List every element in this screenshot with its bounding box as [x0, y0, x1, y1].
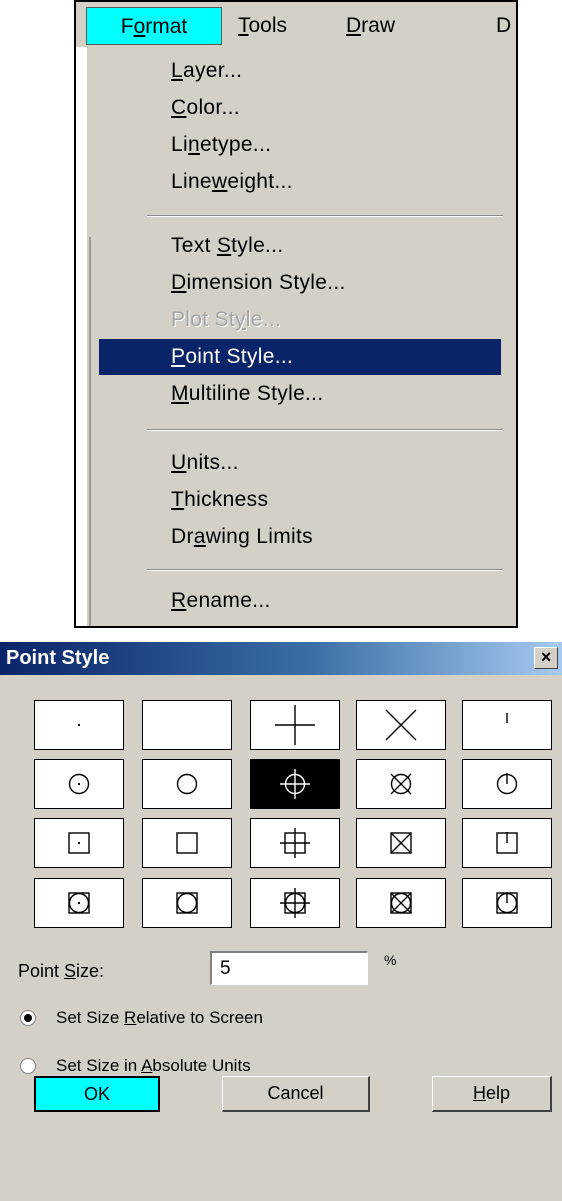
point-style-plus-both[interactable] [250, 878, 340, 928]
menu-item-thickness[interactable]: Thickness [99, 482, 501, 518]
point-style-glyph-icon [280, 888, 310, 918]
point-style-dot-square[interactable] [34, 818, 124, 868]
close-icon: × [540, 647, 552, 667]
menu-item-multiline-style[interactable]: Multiline Style... [99, 376, 501, 412]
point-size-label: Point Size: [18, 961, 105, 981]
menu-item-layer[interactable]: Layer... [99, 53, 501, 89]
point-size-input[interactable] [210, 951, 368, 985]
point-style-glyph-icon [390, 832, 412, 854]
radio-absolute-label: Set Size in Absolute Units [56, 1056, 251, 1075]
point-style-tick-circle[interactable] [462, 759, 552, 809]
menu-item-color[interactable]: Color... [99, 90, 501, 126]
point-style-glyph-icon [176, 773, 198, 795]
percent-symbol: % [384, 952, 397, 968]
point-style-glyph-icon [68, 773, 90, 795]
point-style-plus-square[interactable] [250, 818, 340, 868]
menu-item-drawing-limits[interactable]: Drawing Limits [99, 519, 501, 555]
radio-relative-row[interactable]: Set Size Relative to Screen [20, 1008, 263, 1028]
close-button[interactable]: × [534, 647, 558, 669]
point-style-glyph-icon [275, 705, 315, 745]
point-style-dot[interactable] [34, 700, 124, 750]
point-style-glyph-icon [78, 724, 80, 726]
menu-next-truncated[interactable]: D [496, 7, 511, 45]
radio-relative[interactable] [20, 1010, 36, 1026]
radio-absolute[interactable] [20, 1058, 36, 1074]
menu-item-point-style[interactable]: Point Style... [99, 339, 501, 375]
ok-button[interactable]: OK [34, 1076, 160, 1112]
menu-separator [147, 569, 503, 571]
point-style-x-both[interactable] [356, 878, 446, 928]
radio-relative-label: Set Size Relative to Screen [56, 1008, 263, 1027]
point-style-glyph-icon [390, 892, 412, 914]
menu-item-dimension-style[interactable]: Dimension Style... [99, 265, 501, 301]
menu-format[interactable]: Format [86, 7, 222, 45]
point-style-glyph-icon [163, 701, 211, 749]
point-style-tick-square[interactable] [462, 818, 552, 868]
point-style-plus-circle[interactable] [250, 759, 340, 809]
point-style-dot-both[interactable] [34, 878, 124, 928]
format-dropdown: Layer... Color... Linetype... Lineweight… [86, 47, 516, 626]
menu-tools[interactable]: Tools [238, 7, 287, 45]
format-menu-screenshot: Format Tools Draw D Layer... Color... Li… [74, 0, 518, 628]
point-style-glyph-icon [496, 832, 518, 854]
point-style-dialog: Point Style × Point Size: % Set Size Rel… [0, 642, 562, 1201]
title-bar: Point Style × [0, 642, 562, 675]
point-style-empty-both[interactable] [142, 878, 232, 928]
help-button[interactable]: Help [432, 1076, 552, 1112]
point-style-x-square[interactable] [356, 818, 446, 868]
point-style-x[interactable] [356, 700, 446, 750]
menu-item-rename[interactable]: Rename... [99, 583, 501, 619]
menu-separator [147, 215, 503, 217]
point-style-glyph-icon [176, 832, 198, 854]
menu-item-plot-style: Plot Style... [171, 308, 282, 331]
point-style-empty-circle[interactable] [142, 759, 232, 809]
menu-item-units[interactable]: Units... [99, 445, 501, 481]
dialog-title: Point Style [6, 647, 110, 669]
menu-bar: Format Tools Draw D [76, 2, 516, 47]
dropdown-edge [89, 237, 91, 626]
point-style-glyph-icon [68, 892, 90, 914]
point-style-glyph-icon [176, 892, 198, 914]
radio-absolute-row[interactable]: Set Size in Absolute Units [20, 1056, 251, 1076]
menu-item-text-style[interactable]: Text Style... [99, 228, 501, 264]
point-style-tick[interactable] [462, 700, 552, 750]
point-style-glyph-icon [496, 892, 518, 914]
point-style-glyph-icon [280, 769, 310, 799]
point-style-glyph-icon [390, 773, 412, 795]
point-style-glyph-icon [496, 773, 518, 795]
point-style-glyph-icon [280, 828, 310, 858]
point-style-glyph-icon [68, 832, 90, 854]
menu-separator [147, 429, 503, 431]
menu-draw[interactable]: Draw [346, 7, 395, 45]
menu-item-lineweight[interactable]: Lineweight... [99, 164, 501, 200]
point-style-glyph-icon [385, 709, 417, 741]
point-style-plus[interactable] [250, 700, 340, 750]
point-style-tick-both[interactable] [462, 878, 552, 928]
menu-item-linetype[interactable]: Linetype... [99, 127, 501, 163]
point-style-glyph-icon [506, 713, 508, 723]
point-style-empty-square[interactable] [142, 818, 232, 868]
point-style-x-circle[interactable] [356, 759, 446, 809]
point-style-dot-circle[interactable] [34, 759, 124, 809]
point-style-empty[interactable] [142, 700, 232, 750]
cancel-button[interactable]: Cancel [222, 1076, 370, 1112]
